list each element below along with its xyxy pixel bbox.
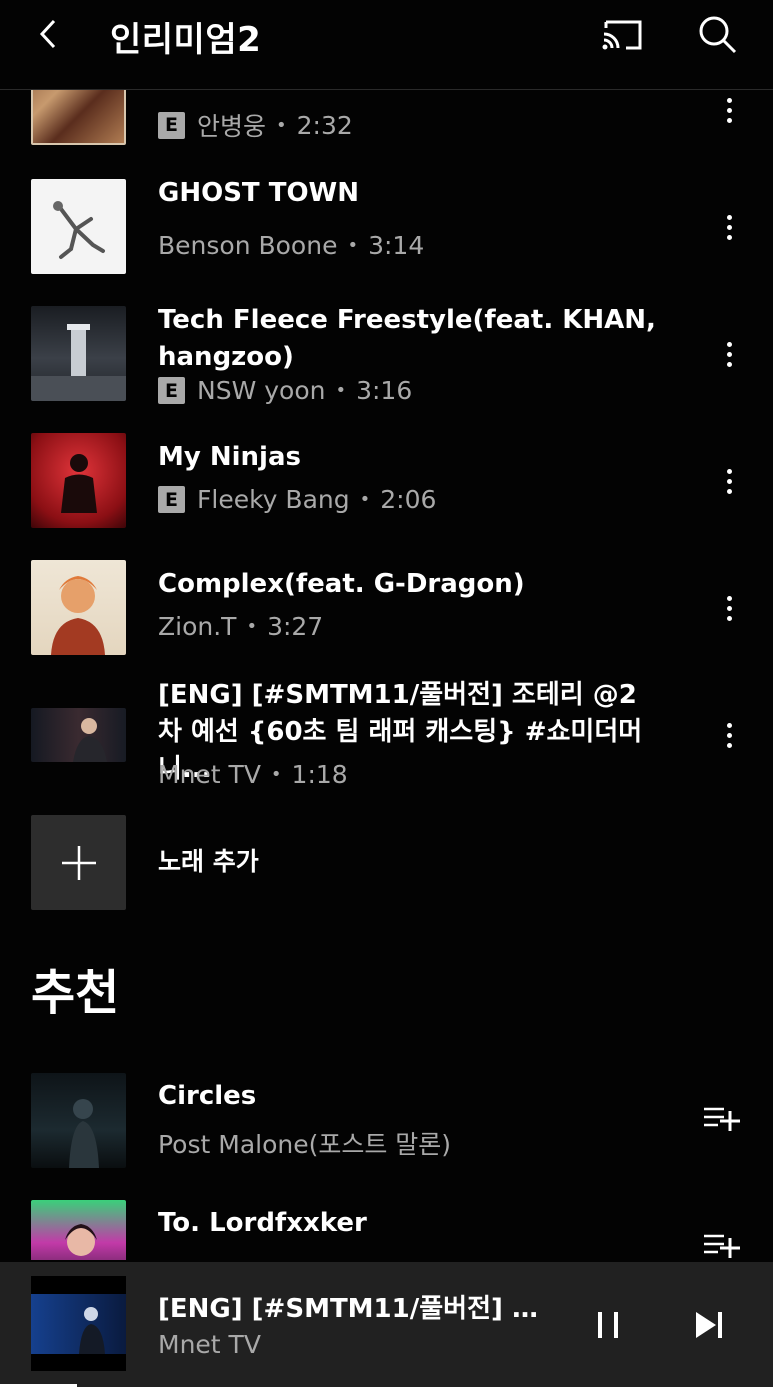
duration: 3:16 (356, 376, 413, 405)
more-options-button[interactable] (715, 715, 743, 755)
explicit-badge: E (158, 377, 185, 404)
top-app-bar: 인리미엄2 (0, 0, 773, 90)
back-button[interactable] (28, 14, 68, 54)
mini-player[interactable]: [ENG] [#SMTM11/풀버전] 조테리 @2차 예선 {60초 팀 래퍼… (0, 1262, 773, 1387)
separator: • (246, 616, 258, 637)
song-row[interactable]: [ENG] [#SMTM11/풀버전] 조테리 @2차 예선 {60초 팀 래퍼… (0, 675, 773, 800)
separator: • (276, 114, 287, 136)
performer-illustration (73, 718, 107, 762)
more-options-button[interactable] (715, 334, 743, 374)
tower-illustration (31, 324, 126, 401)
song-subtitle: E NSW yoon • 3:16 (158, 376, 412, 405)
pause-icon (598, 1312, 618, 1338)
song-title: Complex(feat. G-Dragon) (158, 569, 525, 599)
video-frame-illustration (31, 1294, 126, 1354)
playlist-content: E 안병웅 • 2:32 GHOST TOWN Benson Boone • 3… (0, 90, 773, 1260)
song-subtitle: E Fleeky Bang • 2:06 (158, 485, 436, 514)
add-to-queue-button[interactable] (700, 1101, 744, 1137)
artist-name: Mnet TV (158, 760, 261, 789)
duration: 2:06 (380, 485, 437, 514)
artist-name: Zion.T (158, 612, 237, 641)
song-subtitle: E 안병웅 • 2:32 (158, 107, 353, 143)
song-subtitle: Mnet TV • 1:18 (158, 760, 348, 789)
album-art (31, 1073, 126, 1168)
album-art (31, 560, 126, 655)
add-song-row[interactable]: 노래 추가 (0, 815, 773, 910)
song-row[interactable]: Complex(feat. G-Dragon) Zion.T • 3:27 (0, 560, 773, 655)
explicit-badge: E (158, 111, 185, 139)
song-title: Circles (158, 1081, 257, 1111)
figure-illustration (53, 201, 105, 259)
song-row[interactable]: My Ninjas E Fleeky Bang • 2:06 (0, 433, 773, 528)
separator: • (359, 489, 371, 510)
figure-illustration (69, 1099, 99, 1168)
album-art (31, 306, 126, 401)
artist-name: Fleeky Bang (197, 485, 350, 514)
plus-icon (61, 845, 96, 880)
song-title: GHOST TOWN (158, 178, 359, 208)
more-options-button[interactable] (715, 90, 743, 130)
song-subtitle: Post Malone(포스트 말론) (158, 1125, 451, 1161)
figure-illustration (61, 454, 97, 513)
more-options-button[interactable] (715, 207, 743, 247)
artist-name: NSW yoon (197, 376, 326, 405)
recommend-row[interactable]: To. Lordfxxker (0, 1200, 773, 1260)
song-row[interactable]: E 안병웅 • 2:32 (0, 90, 773, 150)
song-row[interactable]: GHOST TOWN Benson Boone • 3:14 (0, 178, 773, 274)
search-icon (699, 16, 737, 54)
add-to-queue-icon (704, 1107, 740, 1131)
search-button[interactable] (695, 12, 741, 58)
song-title: Tech Fleece Freestyle(feat. KHAN, hangzo… (158, 305, 656, 372)
duration: 3:27 (267, 612, 324, 641)
explicit-badge: E (158, 486, 185, 513)
skip-next-icon (696, 1312, 722, 1338)
next-track-button[interactable] (690, 1304, 730, 1344)
recommend-row[interactable]: Circles Post Malone(포스트 말론) (0, 1073, 773, 1168)
duration: 1:18 (291, 760, 348, 789)
add-song-label: 노래 추가 (158, 847, 259, 876)
song-row[interactable]: Tech Fleece Freestyle(feat. KHAN, hangzo… (0, 305, 773, 405)
cast-button[interactable] (600, 14, 646, 54)
chevron-left-icon (39, 19, 56, 49)
portrait-illustration (65, 1224, 97, 1256)
artist-name: Benson Boone (158, 231, 338, 260)
album-art (31, 90, 126, 145)
album-art (31, 179, 126, 274)
song-subtitle: Benson Boone • 3:14 (158, 231, 424, 260)
separator: • (335, 380, 347, 401)
separator: • (270, 764, 282, 785)
duration: 3:14 (368, 231, 425, 260)
pause-button[interactable] (588, 1304, 628, 1344)
artist-name: 안병웅 (197, 112, 267, 141)
artist-name: Post Malone(포스트 말론) (158, 1130, 452, 1159)
add-to-queue-icon (704, 1234, 740, 1258)
separator: • (347, 235, 359, 256)
song-title: To. Lordfxxker (158, 1208, 367, 1238)
more-options-button[interactable] (715, 588, 743, 628)
now-playing-thumbnail (31, 1276, 126, 1371)
add-song-tile (31, 815, 126, 910)
song-subtitle: Zion.T • 3:27 (158, 612, 323, 641)
duration: 2:32 (296, 110, 353, 140)
now-playing-artist: Mnet TV (158, 1330, 261, 1359)
portrait-illustration (51, 576, 105, 655)
section-title-recommend: 추천 (31, 965, 120, 1021)
song-title: My Ninjas (158, 442, 301, 472)
album-art (31, 1200, 126, 1260)
page-title: 인리미엄2 (110, 20, 262, 60)
album-art (31, 433, 126, 528)
video-thumbnail (31, 708, 126, 762)
add-to-queue-button[interactable] (700, 1228, 744, 1260)
now-playing-title: [ENG] [#SMTM11/풀버전] 조테리 @2차 예선 {60초 팀 래퍼… (158, 1294, 558, 1324)
more-options-button[interactable] (715, 461, 743, 501)
cast-icon (602, 20, 642, 50)
